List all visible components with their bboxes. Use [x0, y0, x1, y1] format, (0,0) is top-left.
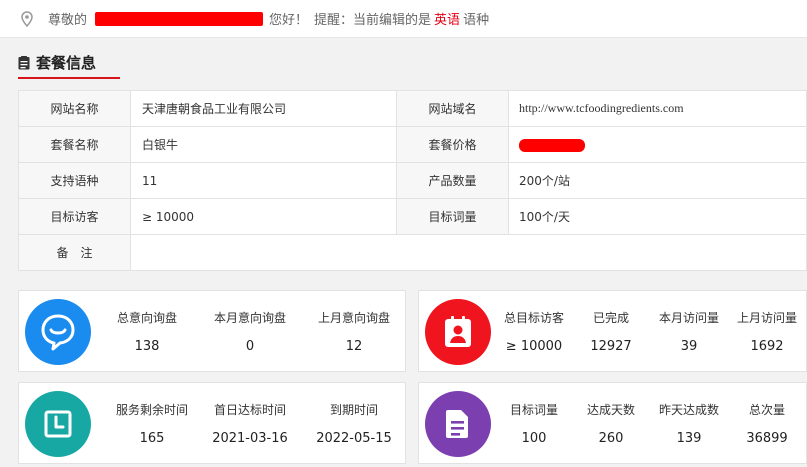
stat-label: 达成天数: [586, 403, 635, 417]
stat-label: 总次量: [748, 403, 785, 417]
chat-bubble-icon: [25, 299, 91, 365]
stat-label: 上月意向询盘: [317, 311, 390, 325]
stat-label: 首日达标时间: [213, 403, 286, 417]
document-icon: [18, 55, 30, 70]
language-support-value: 11: [130, 162, 397, 199]
stat-value: 260: [598, 431, 624, 446]
reminder-text: 提醒：当前编辑的是: [314, 13, 432, 28]
stat-value: 0: [245, 339, 255, 354]
stat-value: 1692: [750, 339, 784, 354]
stat-value: 100: [521, 431, 547, 446]
stat-month-inquiry: 本月意向询盘 0: [205, 309, 295, 354]
greeting-text: 尊敬的: [48, 13, 88, 28]
table-row: 支持语种 11 产品数量 200个/站: [18, 162, 807, 199]
redacted-price: [519, 138, 585, 152]
stat-keyword-target: 目标词量 100: [499, 401, 569, 446]
location-pin-icon: [20, 10, 34, 27]
domain-value: http://www.tcfoodingredients.com: [508, 90, 807, 127]
stat-value: 138: [134, 339, 160, 354]
stat-total-count: 总次量 36899: [729, 401, 805, 446]
stat-label: 昨天达成数: [658, 403, 719, 417]
stat-first-day: 首日达标时间 2021-03-16: [205, 401, 295, 446]
language-support-label: 支持语种: [18, 162, 131, 199]
stat-value: 2022-05-15: [316, 431, 392, 446]
keyword-stats-card: 目标词量 100 达成天数 260 昨天达成数 139 总次量 36899: [418, 382, 807, 464]
remark-value: [130, 234, 807, 271]
stat-label: 总意向询盘: [116, 311, 177, 325]
price-label: 套餐价格: [396, 126, 509, 163]
stat-value: 12: [345, 339, 363, 354]
stat-value: 165: [139, 431, 165, 446]
stat-value: 139: [676, 431, 702, 446]
stat-achieved-days: 达成天数 260: [577, 401, 645, 446]
product-count-label: 产品数量: [396, 162, 509, 199]
stat-value: 2021-03-16: [212, 431, 288, 446]
target-visitor-value: ≥ 10000: [130, 198, 397, 235]
clock-icon: [25, 391, 91, 457]
stat-last-month-visits: 上月访问量 1692: [729, 309, 805, 354]
stat-last-month-inquiry: 上月意向询盘 12: [309, 309, 399, 354]
stat-value: 36899: [746, 431, 788, 446]
stat-label: 本月访问量: [658, 311, 719, 325]
visitor-stats-card: 总目标访客 ≥ 10000 已完成 12927 本月访问量 39 上月访问量 1…: [418, 290, 807, 372]
section-header: 套餐信息: [18, 52, 96, 73]
table-row: 套餐名称 白银牛 套餐价格: [18, 126, 807, 163]
service-time-card: 服务剩余时间 165 首日达标时间 2021-03-16 到期时间 2022-0…: [18, 382, 406, 464]
section-title: 套餐信息: [36, 54, 97, 72]
price-value: [508, 126, 807, 163]
target-visitor-label: 目标访客: [18, 198, 131, 235]
stat-label: 目标词量: [509, 403, 558, 417]
current-language: 英语: [434, 13, 461, 28]
stat-value: 12927: [590, 339, 632, 354]
stat-label: 本月意向询盘: [213, 311, 286, 325]
language-suffix: 语种: [463, 13, 490, 28]
stat-label: 总目标访客: [503, 311, 564, 325]
notice-bar: 尊敬的 您好！ 提醒：当前编辑的是 英语 语种: [0, 0, 807, 38]
stat-value: 39: [680, 339, 698, 354]
package-info-table: 网站名称 天津唐朝食品工业有限公司 网站域名 http://www.tcfood…: [18, 90, 807, 271]
stat-label: 到期时间: [329, 403, 378, 417]
inquiry-stats-card: 总意向询盘 138 本月意向询盘 0 上月意向询盘 12: [18, 290, 406, 372]
package-label: 套餐名称: [18, 126, 131, 163]
stat-value: ≥ 10000: [505, 339, 563, 354]
stat-total-visitors: 总目标访客 ≥ 10000: [499, 309, 569, 354]
remark-label: 备 注: [18, 234, 131, 271]
stat-yesterday-achieved: 昨天达成数 139: [651, 401, 727, 446]
target-keyword-value: 100个/天: [508, 198, 807, 235]
stat-total-inquiry: 总意向询盘 138: [105, 309, 189, 354]
stat-completed: 已完成 12927: [579, 309, 643, 354]
redacted-username: [95, 11, 264, 26]
package-value: 白银牛: [130, 126, 397, 163]
document-icon: [425, 391, 491, 457]
stat-label: 服务剩余时间: [115, 403, 188, 417]
domain-label: 网站域名: [396, 90, 509, 127]
contact-card-icon: [425, 299, 491, 365]
stat-label: 已完成: [592, 311, 629, 325]
target-keyword-label: 目标词量: [396, 198, 509, 235]
stat-expiry: 到期时间 2022-05-15: [309, 401, 399, 446]
table-row: 网站名称 天津唐朝食品工业有限公司 网站域名 http://www.tcfood…: [18, 90, 807, 127]
hello-text: 您好！: [269, 13, 309, 28]
stat-remaining-time: 服务剩余时间 165: [107, 401, 197, 446]
stat-label: 上月访问量: [736, 311, 797, 325]
site-name-value: 天津唐朝食品工业有限公司: [130, 90, 397, 127]
product-count-value: 200个/站: [508, 162, 807, 199]
section-title-underline: [18, 77, 120, 79]
table-row: 备 注: [18, 234, 807, 271]
stat-month-visits: 本月访问量 39: [651, 309, 727, 354]
site-name-label: 网站名称: [18, 90, 131, 127]
table-row: 目标访客 ≥ 10000 目标词量 100个/天: [18, 198, 807, 235]
